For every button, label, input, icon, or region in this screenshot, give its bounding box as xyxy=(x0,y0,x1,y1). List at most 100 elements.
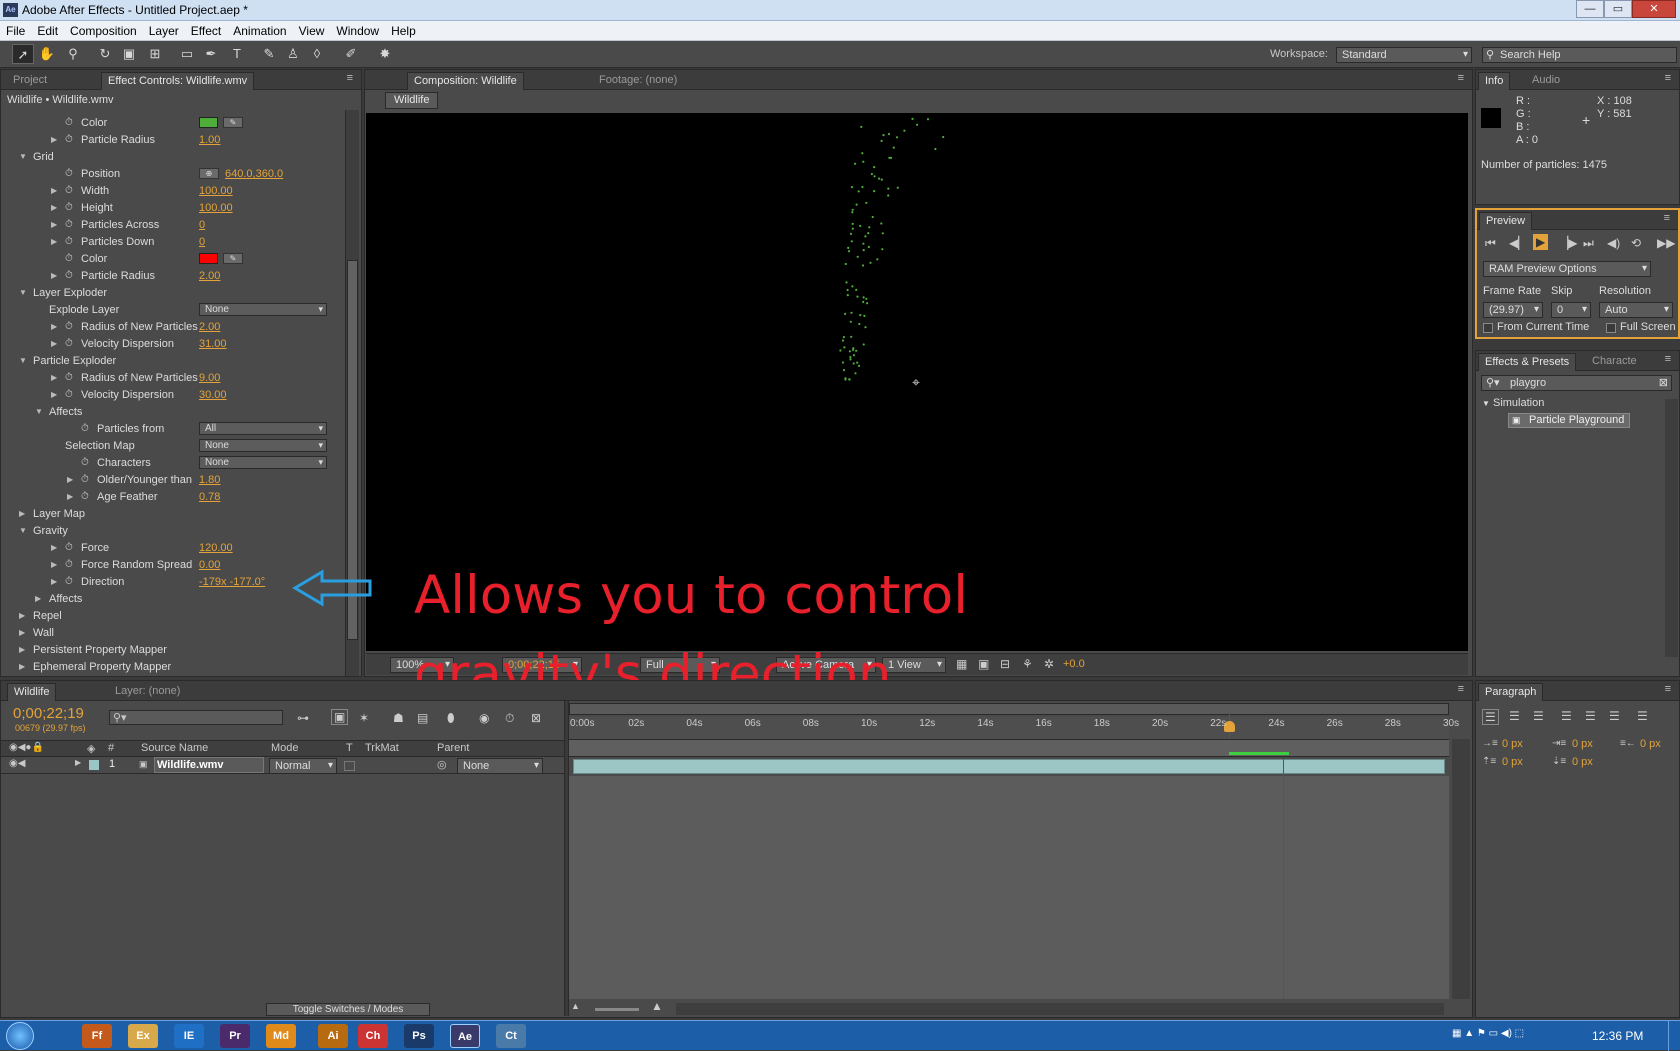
exposure-value[interactable]: +0.0 xyxy=(1063,658,1085,670)
property-value[interactable]: 100.00 xyxy=(199,183,233,199)
property-value[interactable]: 0 xyxy=(199,217,205,233)
other-taskbar-icon[interactable]: Ct xyxy=(496,1024,526,1048)
frame-blending-icon[interactable]: ☗ xyxy=(393,711,404,725)
eyedropper-icon[interactable]: ✎ xyxy=(223,253,243,264)
resolution-dropdown[interactable]: Auto xyxy=(1599,302,1673,318)
stopwatch-icon[interactable]: ⏱ xyxy=(65,115,73,131)
roto-brush-tool-icon[interactable]: ✐ xyxy=(340,44,362,64)
skip-dropdown[interactable]: 0 xyxy=(1551,302,1591,318)
workspace-dropdown[interactable]: Standard xyxy=(1336,47,1472,63)
camera-tool-icon[interactable]: ▣ xyxy=(118,44,140,64)
tray-icons[interactable]: ▦ ▲ ⚑ ▭ ◀) ⬚ xyxy=(1452,1028,1524,1039)
play-icon[interactable]: ▶ xyxy=(1533,234,1549,250)
motion-blur-icon[interactable]: ▤ xyxy=(417,711,428,725)
property-value[interactable]: 1.80 xyxy=(199,472,220,488)
justify-center-icon[interactable]: ☰ xyxy=(1585,709,1596,723)
stopwatch-icon[interactable]: ⏱ xyxy=(65,217,73,233)
blend-mode-dropdown[interactable]: Normal xyxy=(269,758,337,774)
comp-navigator-chip[interactable]: Wildlife xyxy=(385,92,439,109)
twirl-down-icon[interactable]: ▼ xyxy=(19,353,27,369)
tab-audio[interactable]: Audio xyxy=(1526,72,1566,90)
twirl-right-icon[interactable]: ▶ xyxy=(51,336,57,352)
effect-property-row[interactable]: ▶ ⏱ Particle Radius 1.00 xyxy=(1,132,346,148)
last-frame-icon[interactable]: ⏭ xyxy=(1583,236,1594,251)
align-right-icon[interactable]: ☰ xyxy=(1533,709,1544,723)
next-frame-icon[interactable]: ▕▶ xyxy=(1559,236,1577,250)
panel-menu-icon[interactable]: ≡ xyxy=(1665,353,1671,365)
flowchart-icon[interactable]: ⚘ xyxy=(1022,657,1033,671)
timeline-vscrollbar[interactable] xyxy=(1452,739,1470,999)
effect-property-row[interactable]: ▶ ⏱ Velocity Dispersion 30.00 xyxy=(1,387,346,403)
twirl-right-icon[interactable]: ▶ xyxy=(67,472,73,488)
menu-animation[interactable]: Animation xyxy=(227,24,292,38)
chrome-taskbar-icon[interactable]: Ch xyxy=(358,1024,388,1048)
position-target-icon[interactable]: ⊕ xyxy=(199,168,219,179)
effect-property-row[interactable]: ▶ Wall xyxy=(1,625,346,641)
twirl-down-icon[interactable]: ▼ xyxy=(19,285,27,301)
audio-icon[interactable]: ◀) xyxy=(1607,236,1620,250)
toggle-switches-modes-button[interactable]: Toggle Switches / Modes xyxy=(266,1003,430,1016)
effect-property-row[interactable]: ▶ ⏱ Particles Across 0 xyxy=(1,217,346,233)
brainstorm-icon[interactable]: ⬮ xyxy=(447,711,455,726)
track-area[interactable] xyxy=(569,776,1449,999)
menu-composition[interactable]: Composition xyxy=(64,24,143,38)
property-dropdown[interactable]: None xyxy=(199,439,327,452)
effect-property-row[interactable]: Selection Map None xyxy=(1,438,346,454)
label-color-swatch[interactable] xyxy=(89,760,99,770)
twirl-down-icon[interactable]: ▼ xyxy=(35,404,43,420)
justify-all-icon[interactable]: ☰ xyxy=(1637,709,1648,723)
layer-duration-bar[interactable] xyxy=(573,759,1445,774)
layer-row[interactable]: ◉◀ ▶ 1 ▣ Wildlife.wmv Normal ◎ None xyxy=(1,757,564,774)
tab-timeline-wildlife[interactable]: Wildlife xyxy=(7,683,57,701)
property-dropdown[interactable]: None xyxy=(199,303,327,316)
rectangle-tool-icon[interactable]: ▭ xyxy=(176,44,198,64)
preserve-transparency-box[interactable] xyxy=(344,761,355,771)
indent-first-value[interactable]: 0 px xyxy=(1572,738,1593,750)
color-swatch[interactable] xyxy=(199,253,218,264)
twirl-right-icon[interactable]: ▶ xyxy=(51,370,57,386)
stopwatch-icon[interactable]: ⏱ xyxy=(65,251,73,267)
firefox-taskbar-icon[interactable]: Ff xyxy=(82,1024,112,1048)
loop-icon[interactable]: ⟲ xyxy=(1631,236,1641,250)
maximize-button[interactable]: ▭ xyxy=(1604,0,1632,18)
effects-search-input[interactable]: ⚲▾ playgro ⊠ xyxy=(1481,375,1672,391)
effect-property-row[interactable]: ⏱ Characters None xyxy=(1,455,346,471)
draft-3d-icon[interactable]: ▣ xyxy=(331,709,349,725)
property-value[interactable]: 1.00 xyxy=(199,132,220,148)
menu-view[interactable]: View xyxy=(293,24,331,38)
timeline-search-input[interactable]: ⚲▾ xyxy=(109,710,283,725)
property-value[interactable]: 9.00 xyxy=(199,370,220,386)
property-dropdown[interactable]: None xyxy=(199,456,327,469)
stopwatch-icon[interactable]: ⏱ xyxy=(65,200,73,216)
effect-property-row[interactable]: ▶ ⏱ Age Feather 0.78 xyxy=(1,489,346,505)
panel-menu-icon[interactable]: ≡ xyxy=(1664,212,1670,224)
panel-menu-icon[interactable]: ≡ xyxy=(1458,683,1464,695)
puppet-tool-icon[interactable]: ✸ xyxy=(374,44,396,64)
show-desktop-button[interactable] xyxy=(1668,1021,1680,1051)
visibility-icon[interactable]: ◉◀ xyxy=(9,758,25,769)
menu-file[interactable]: File xyxy=(0,24,31,38)
clear-search-icon[interactable]: ⊠ xyxy=(1659,376,1668,390)
zoom-in-icon[interactable]: ▲ xyxy=(651,999,663,1013)
twirl-right-icon[interactable]: ▶ xyxy=(67,489,73,505)
property-value[interactable]: 31.00 xyxy=(199,336,227,352)
twirl-down-icon[interactable]: ▼ xyxy=(19,523,27,539)
effect-property-row[interactable]: ▼ Affects xyxy=(1,404,346,420)
twirl-right-icon[interactable]: ▶ xyxy=(51,387,57,403)
stopwatch-icon[interactable]: ⏱ xyxy=(65,132,73,148)
effect-property-row[interactable]: ▼ Grid xyxy=(1,149,346,165)
panel-menu-icon[interactable]: ≡ xyxy=(347,72,353,84)
stopwatch-icon[interactable]: ⏱ xyxy=(81,421,89,437)
pen-tool-icon[interactable]: ✒ xyxy=(200,44,222,64)
illustrator-taskbar-icon[interactable]: Ai xyxy=(318,1024,348,1048)
tab-info[interactable]: Info xyxy=(1478,72,1511,90)
zoom-tool-icon[interactable]: ⚲ xyxy=(62,44,84,64)
close-button[interactable]: ✕ xyxy=(1632,0,1676,18)
property-value[interactable]: 0 xyxy=(199,234,205,250)
photoshop-taskbar-icon[interactable]: Ps xyxy=(404,1024,434,1048)
menu-layer[interactable]: Layer xyxy=(143,24,185,38)
property-value[interactable]: 100.00 xyxy=(199,200,233,216)
effect-property-row[interactable]: ▶ ⏱ Particle Radius 2.00 xyxy=(1,268,346,284)
menu-edit[interactable]: Edit xyxy=(31,24,64,38)
timeline-hscrollbar[interactable] xyxy=(676,1003,1444,1015)
